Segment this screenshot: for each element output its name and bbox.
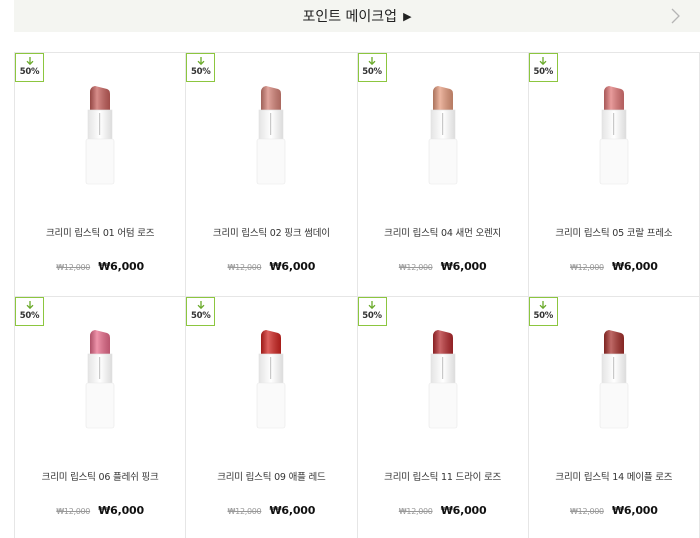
lipstick-image — [599, 330, 629, 429]
arrow-down-icon — [368, 301, 376, 310]
discount-badge: 50% — [528, 297, 558, 326]
product-card[interactable]: 50% 크리미 립스틱 09 애플 레드 ₩12,000 ₩6,000 — [186, 297, 358, 538]
product-card[interactable]: 50% 크리미 립스틱 04 새먼 오렌지 ₩12,000 ₩6,000 — [357, 53, 529, 297]
lipstick-image — [257, 86, 286, 185]
sale-price: ₩6,000 — [98, 504, 144, 517]
price-group: ₩12,000 ₩6,000 — [358, 255, 528, 274]
product-card[interactable]: 50% 크리미 립스틱 14 메이플 로즈 ₩12,000 ₩6,000 — [528, 297, 700, 538]
sale-price: ₩6,000 — [611, 260, 658, 273]
discount-label: 50% — [533, 311, 554, 321]
discount-badge: 50% — [528, 53, 558, 82]
sale-price: ₩6,000 — [269, 260, 316, 273]
product-name[interactable]: 크리미 립스틱 05 코랄 프레소 — [529, 225, 699, 239]
discount-label: 50% — [362, 311, 382, 321]
product-name[interactable]: 크리미 립스틱 01 어텀 로즈 — [15, 225, 185, 239]
discount-label: 50% — [362, 67, 382, 77]
lipstick-image — [428, 86, 457, 185]
lipstick-image — [257, 330, 286, 429]
sale-price: ₩6,000 — [98, 260, 144, 273]
product-name[interactable]: 크리미 립스틱 02 핑크 썸데이 — [186, 225, 356, 239]
discount-badge: 50% — [186, 53, 216, 82]
discount-badge: 50% — [15, 297, 44, 326]
arrow-down-icon — [539, 57, 547, 66]
discount-badge: 50% — [186, 297, 216, 326]
lipstick-image — [428, 330, 457, 429]
price-group: ₩12,000 ₩6,000 — [358, 499, 528, 518]
arrow-down-icon — [368, 57, 376, 66]
price-group: ₩12,000 ₩6,000 — [15, 255, 185, 274]
section-title: 포인트 메이크업 — [302, 9, 398, 25]
discount-label: 50% — [533, 67, 554, 77]
product-grid: 50% 크리미 립스틱 01 어텀 로즈 ₩12,000 ₩6,000 50% … — [14, 52, 700, 538]
price-group: ₩12,000 ₩6,000 — [529, 499, 699, 518]
sale-price: ₩6,000 — [440, 260, 487, 273]
price-group: ₩12,000 ₩6,000 — [186, 499, 356, 518]
lipstick-image — [85, 86, 115, 185]
original-price: ₩12,000 — [398, 263, 433, 272]
original-price: ₩12,000 — [398, 507, 433, 516]
product-name[interactable]: 크리미 립스틱 11 드라이 로즈 — [358, 469, 528, 483]
discount-label: 50% — [191, 67, 211, 77]
price-group: ₩12,000 ₩6,000 — [529, 255, 699, 274]
sale-price: ₩6,000 — [269, 504, 316, 517]
discount-label: 50% — [19, 67, 40, 77]
product-name[interactable]: 크리미 립스틱 04 새먼 오렌지 — [358, 225, 528, 239]
original-price: ₩12,000 — [227, 507, 262, 516]
original-price: ₩12,000 — [227, 263, 262, 272]
original-price: ₩12,000 — [570, 507, 604, 516]
arrow-down-icon — [26, 301, 33, 310]
product-card[interactable]: 50% 크리미 립스틱 05 코랄 프레소 ₩12,000 ₩6,000 — [528, 53, 700, 297]
price-group: ₩12,000 ₩6,000 — [186, 255, 356, 274]
product-card[interactable]: 50% 크리미 립스틱 01 어텀 로즈 ₩12,000 ₩6,000 — [15, 53, 187, 297]
sale-price: ₩6,000 — [440, 504, 487, 517]
original-price: ₩12,000 — [56, 263, 91, 272]
product-card[interactable]: 50% 크리미 립스틱 02 핑크 썸데이 ₩12,000 ₩6,000 — [186, 53, 358, 297]
play-triangle-icon: ▶ — [403, 9, 412, 23]
discount-badge: 50% — [15, 53, 44, 82]
product-name[interactable]: 크리미 립스틱 14 메이플 로즈 — [529, 469, 699, 483]
arrow-down-icon — [26, 57, 33, 66]
product-name[interactable]: 크리미 립스틱 09 애플 레드 — [186, 469, 356, 483]
discount-badge: 50% — [357, 53, 387, 82]
discount-label: 50% — [191, 311, 211, 321]
arrow-down-icon — [197, 301, 205, 310]
discount-badge: 50% — [357, 297, 387, 326]
sale-price: ₩6,000 — [611, 504, 658, 517]
section-header: 포인트 메이크업 ▶ — [14, 0, 700, 32]
original-price: ₩12,000 — [56, 507, 91, 516]
discount-label: 50% — [19, 311, 40, 321]
product-name[interactable]: 크리미 립스틱 06 플레쉬 핑크 — [15, 469, 185, 483]
chevron-right-icon[interactable] — [668, 6, 682, 26]
lipstick-image — [85, 330, 115, 429]
price-group: ₩12,000 ₩6,000 — [15, 499, 185, 518]
arrow-down-icon — [539, 301, 547, 310]
product-card[interactable]: 50% 크리미 립스틱 11 드라이 로즈 ₩12,000 ₩6,000 — [357, 297, 529, 538]
original-price: ₩12,000 — [570, 263, 604, 272]
lipstick-image — [599, 86, 629, 185]
product-card[interactable]: 50% 크리미 립스틱 06 플레쉬 핑크 ₩12,000 ₩6,000 — [15, 297, 187, 538]
arrow-down-icon — [197, 57, 205, 66]
